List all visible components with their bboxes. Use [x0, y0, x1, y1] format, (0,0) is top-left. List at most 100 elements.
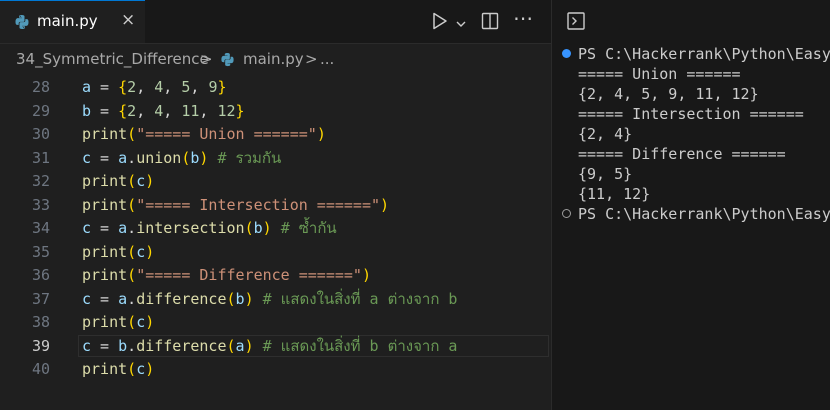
run-icon[interactable] — [432, 12, 448, 34]
chevron-right-icon: > — [200, 50, 213, 68]
code-token: { — [118, 78, 128, 96]
code-token: "===== Difference ======" — [136, 266, 362, 284]
code-text: c = a.intersection(b) # ซ้ำกัน — [82, 217, 337, 241]
code-token: ( — [127, 195, 137, 214]
terminal-text: PS C:\Hackerrank\Python\Easy — [578, 205, 830, 223]
terminal-text: {9, 5} — [578, 165, 633, 183]
breadcrumb-symbol[interactable]: ... — [320, 50, 334, 68]
code-token: ) — [361, 266, 371, 284]
code-token: intersection — [136, 219, 245, 237]
line-number: 37 — [31, 289, 50, 308]
line-number: 28 — [31, 78, 50, 96]
code-token: ) — [244, 289, 254, 308]
command-success-dot-icon[interactable] — [562, 49, 571, 58]
code-line[interactable]: 40 print(c) — [0, 358, 551, 382]
code-token: = — [91, 336, 119, 355]
code-token: b — [235, 289, 245, 308]
code-line[interactable]: 36 print("===== Difference ======") — [0, 264, 551, 288]
code-token: union — [136, 148, 182, 167]
code-text: print(c) — [82, 241, 154, 265]
code-token: ) — [316, 125, 326, 143]
line-number: 39 — [31, 336, 50, 355]
code-token: c — [82, 219, 92, 237]
code-text: print(c) — [82, 170, 154, 194]
code-token: "===== Union ======" — [136, 125, 317, 143]
code-token: # รวมกัน — [217, 148, 282, 167]
terminal-line: ===== Intersection ====== — [552, 104, 830, 124]
code-text: c = b.difference(a) # แสดงในสิ่งที่ b ต่… — [82, 335, 457, 359]
code-token: 11 — [181, 101, 200, 120]
command-pending-dot-icon[interactable] — [562, 209, 571, 218]
line-number: 40 — [31, 360, 50, 378]
terminal-line: PS C:\Hackerrank\Python\Easy — [552, 204, 830, 224]
code-token: # ซ้ำกัน — [280, 219, 337, 237]
code-token: , — [163, 101, 182, 120]
more-actions-icon[interactable]: ⋯ — [513, 6, 534, 30]
code-token: a — [118, 289, 128, 308]
tab-main-py[interactable]: main.py × — [0, 0, 145, 43]
code-token: c — [136, 242, 146, 261]
code-token: a — [118, 148, 128, 167]
code-line[interactable]: 38 print(c) — [0, 311, 551, 335]
terminal-text: {11, 12} — [578, 185, 651, 203]
code-token: c — [136, 313, 146, 331]
code-token: c — [82, 336, 92, 355]
terminal-text: PS C:\Hackerrank\Python\Easy — [578, 45, 830, 63]
terminal-line: {2, 4, 5, 9, 11, 12} — [552, 84, 830, 104]
code-token: = — [91, 289, 119, 308]
code-token: c — [82, 289, 92, 308]
line-number: 38 — [31, 313, 50, 331]
code-token: { — [118, 101, 128, 120]
code-line[interactable]: 39 c = b.difference(a) # แสดงในสิ่งที่ b … — [0, 334, 551, 359]
line-number: 29 — [31, 101, 50, 120]
code-token: print — [82, 125, 128, 143]
code-line[interactable]: 33 print("===== Intersection ======") — [0, 194, 551, 218]
code-token: b — [82, 101, 92, 120]
code-line[interactable]: 29 b = {2, 4, 11, 12} — [0, 100, 551, 124]
code-token: print — [82, 313, 128, 331]
line-number: 32 — [31, 172, 50, 190]
code-text: c = a.difference(b) # แสดงในสิ่งที่ a ต่… — [82, 288, 457, 312]
terminal-text: {2, 4, 5, 9, 11, 12} — [578, 85, 759, 103]
code-token: = — [91, 148, 119, 167]
code-token: , — [190, 78, 209, 96]
line-number: 33 — [31, 195, 50, 214]
code-token: ) — [244, 336, 254, 355]
code-line[interactable]: 32 print(c) — [0, 170, 551, 194]
code-token: , — [163, 78, 182, 96]
code-line[interactable]: 30 print("===== Union ======") — [0, 123, 551, 147]
code-token: . — [127, 148, 137, 167]
code-token: 2 — [127, 101, 137, 120]
chevron-down-icon[interactable] — [456, 14, 466, 33]
code-token: ( — [244, 219, 254, 237]
close-icon[interactable]: × — [121, 10, 135, 30]
code-text: print(c) — [82, 358, 154, 382]
code-line[interactable]: 28 a = {2, 4, 5, 9} — [0, 76, 551, 100]
split-editor-icon[interactable] — [481, 12, 499, 34]
terminal-text: ===== Union ====== — [578, 65, 741, 83]
code-token: ) — [145, 172, 155, 190]
code-token: a — [82, 78, 92, 96]
line-number: 36 — [31, 266, 50, 284]
terminal-line: ===== Union ====== — [552, 64, 830, 84]
code-line[interactable]: 34 c = a.intersection(b) # ซ้ำกัน — [0, 217, 551, 241]
terminal-text: {2, 4} — [578, 125, 633, 143]
code-line[interactable]: 31 c = a.union(b) # รวมกัน — [0, 147, 551, 171]
code-token: b — [253, 219, 263, 237]
code-text: print("===== Intersection ======") — [82, 194, 389, 218]
breadcrumb-folder[interactable]: 34_Symmetric_Difference — [16, 50, 209, 68]
code-text: print("===== Difference ======") — [82, 264, 371, 288]
code-line[interactable]: 37 c = a.difference(b) # แสดงในสิ่งที่ a … — [0, 288, 551, 312]
terminal-panel: PS C:\Hackerrank\Python\Easy ===== Union … — [552, 0, 830, 410]
code-token: c — [136, 172, 146, 190]
terminal-icon[interactable] — [566, 11, 586, 35]
code-token: 4 — [154, 101, 164, 120]
breadcrumb-file[interactable]: main.py — [243, 50, 304, 68]
python-file-icon — [14, 14, 30, 34]
tab-label: main.py — [37, 12, 98, 30]
code-line[interactable]: 35 print(c) — [0, 241, 551, 265]
code-token: a — [235, 336, 245, 355]
code-token: b — [118, 336, 128, 355]
terminal-line: {9, 5} — [552, 164, 830, 184]
